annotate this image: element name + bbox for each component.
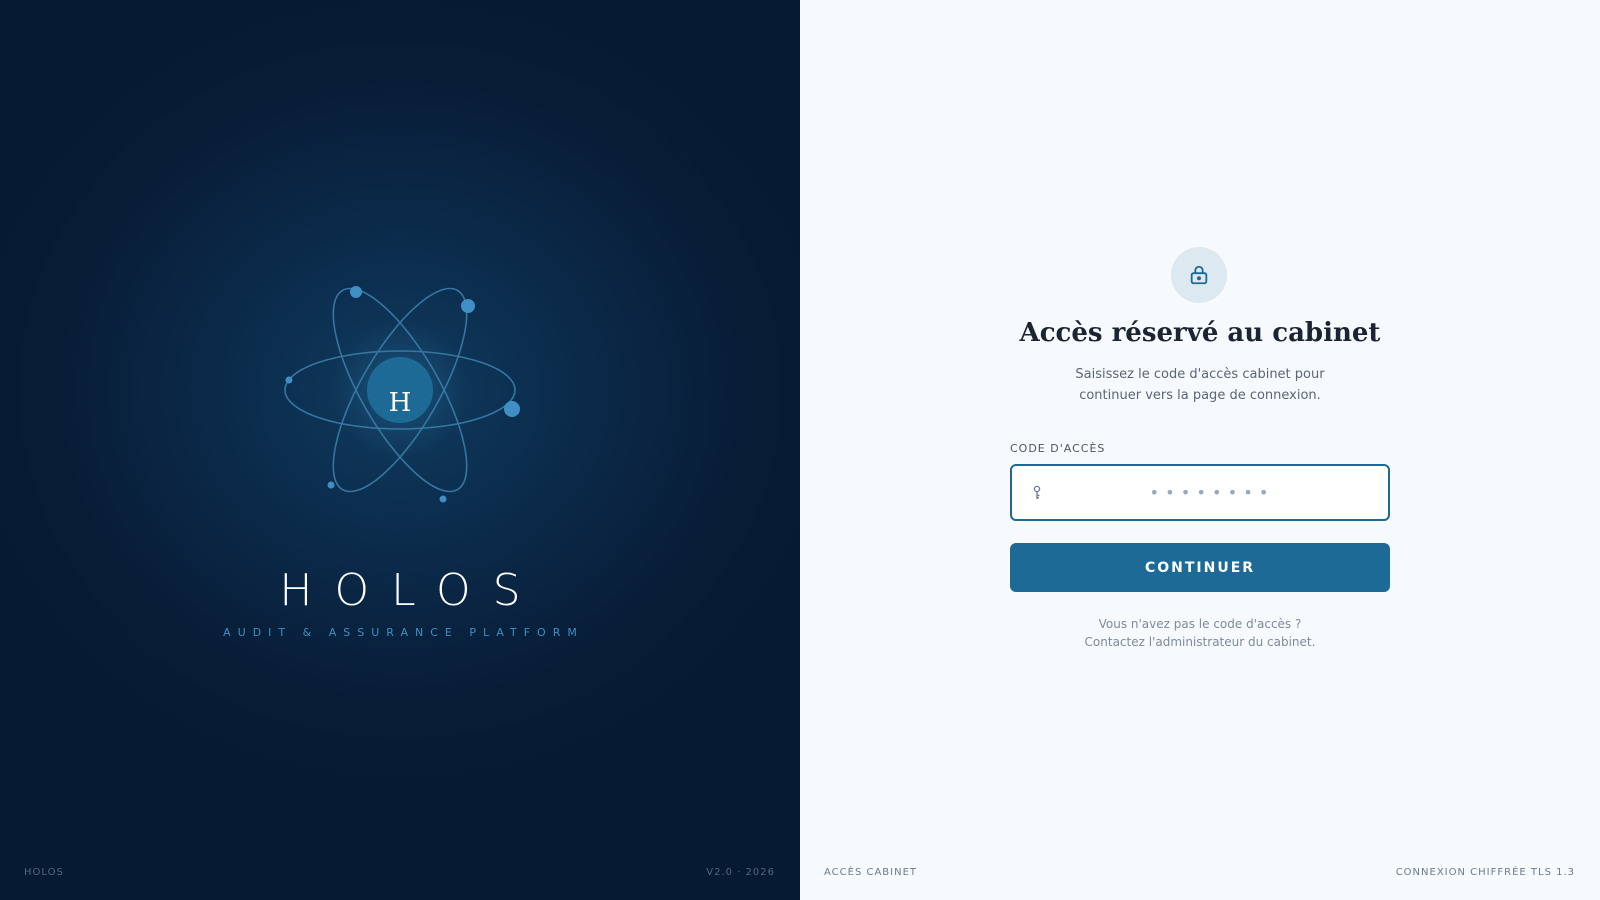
lock-icon xyxy=(1190,265,1208,285)
access-code-field[interactable] xyxy=(1010,464,1390,521)
brand-panel: H HOLOS AUDIT & ASSURANCE PLATFORM HOLOS… xyxy=(0,0,800,900)
access-code-input[interactable] xyxy=(1052,466,1372,519)
page-title: Accès réservé au cabinet xyxy=(1019,318,1381,348)
footer-security-label: CONNEXION CHIFFRÉE TLS 1.3 xyxy=(1395,867,1575,878)
version-label: V2.0 · 2026 xyxy=(706,867,775,878)
help-question: Vous n'avez pas le code d'accès ? xyxy=(1098,617,1302,631)
subtitle-line-1: Saisissez le code d'accès cabinet pour xyxy=(1075,367,1325,382)
continue-button[interactable]: CONTINUER xyxy=(1010,543,1390,592)
access-code-label: CODE D'ACCÈS xyxy=(1010,442,1106,455)
footer-access-label: ACCÈS CABINET xyxy=(824,867,918,878)
access-form-panel: Accès réservé au cabinet Saisissez le co… xyxy=(800,0,1600,900)
brand-tagline: AUDIT & ASSURANCE PLATFORM xyxy=(223,626,584,639)
page-subtitle: Saisissez le code d'accès cabinet pour c… xyxy=(1000,364,1400,406)
brand-name: HOLOS xyxy=(279,565,543,616)
logo-monogram: H xyxy=(388,388,412,418)
lock-badge xyxy=(1171,247,1227,303)
contact-admin-link[interactable]: Contactez l'administrateur du cabinet. xyxy=(1000,635,1400,649)
brand-footer-name: HOLOS xyxy=(24,867,64,878)
subtitle-line-2: continuer vers la page de connexion. xyxy=(1079,388,1321,403)
key-icon xyxy=(1033,485,1041,499)
